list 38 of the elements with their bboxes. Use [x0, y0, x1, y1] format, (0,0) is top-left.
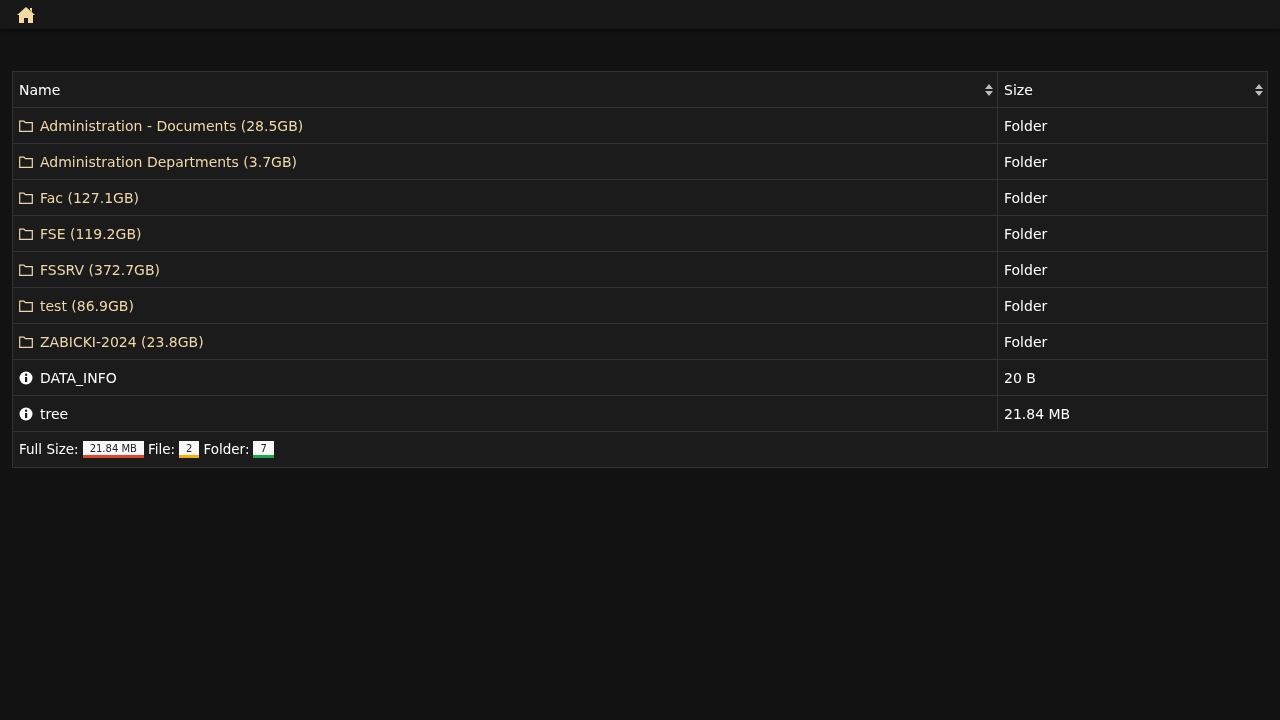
home-icon[interactable] — [16, 5, 36, 24]
size-cell: Folder — [1004, 153, 1048, 170]
size-cell: Folder — [1004, 333, 1048, 350]
file-name[interactable]: Fac (127.1GB) — [40, 189, 139, 206]
summary-badge: 21.84 MB — [82, 441, 144, 459]
info-icon — [19, 406, 33, 421]
file-name[interactable]: FSE (119.2GB) — [40, 225, 142, 242]
info-icon — [19, 370, 33, 385]
size-cell: 20 B — [1004, 369, 1036, 386]
file-name: tree — [40, 405, 69, 422]
size-cell: Folder — [1004, 297, 1048, 314]
folder-icon — [19, 335, 33, 348]
folder-icon — [19, 263, 33, 276]
summary-badge: 2 — [179, 441, 200, 459]
sort-icon — [1255, 84, 1263, 96]
size-cell: Folder — [1004, 261, 1048, 278]
size-cell: 21.84 MB — [1004, 405, 1071, 422]
file-name[interactable]: FSSRV (372.7GB) — [40, 261, 161, 278]
summary-badge: 7 — [253, 441, 274, 459]
column-header[interactable]: Name — [12, 71, 998, 108]
file-name[interactable]: Administration - Documents (28.5GB) — [40, 117, 304, 134]
folder-icon — [19, 191, 33, 204]
file-name[interactable]: ZABICKI-2024 (23.8GB) — [40, 333, 204, 350]
summary-label: Folder: — [203, 440, 250, 457]
column-header[interactable]: Size — [997, 71, 1268, 108]
file-name[interactable]: test (86.9GB) — [40, 297, 134, 314]
size-cell: Folder — [1004, 225, 1048, 242]
size-cell: Folder — [1004, 189, 1048, 206]
file-name[interactable]: Administration Departments (3.7GB) — [40, 153, 297, 170]
size-cell: Folder — [1004, 117, 1048, 134]
sort-icon — [985, 84, 993, 96]
folder-icon — [19, 155, 33, 168]
summary-label: File: — [147, 440, 176, 457]
folder-icon — [19, 227, 33, 240]
summary-label: Full Size: — [19, 440, 79, 457]
folder-icon — [19, 119, 33, 132]
folder-icon — [19, 299, 33, 312]
file-name: DATA_INFO — [40, 369, 117, 386]
